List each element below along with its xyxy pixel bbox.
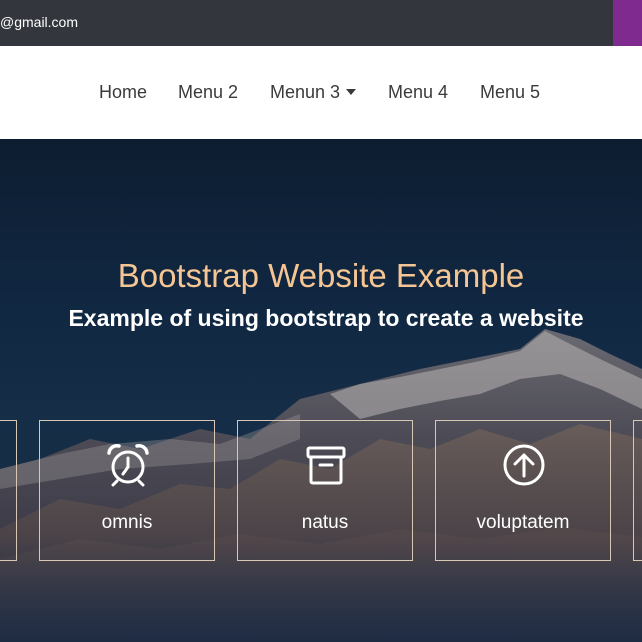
caret-down-icon (346, 89, 357, 95)
feature-label-natus: natus (301, 512, 349, 533)
nav-menu-5[interactable]: Menu 5 (480, 80, 540, 104)
nav-menu-3-label: Menun 3 (270, 82, 341, 102)
feature-label-omnis: omnis (101, 512, 153, 533)
nav-menu-3-dropdown[interactable]: Menun 3 (270, 80, 357, 104)
arrow-up-circle-icon (503, 444, 545, 486)
feature-card-omnis[interactable]: omnis (39, 420, 215, 561)
hero-section: Bootstrap Website Example Example of usi… (0, 139, 642, 642)
mountain-background-image (0, 329, 642, 642)
feature-card-partial-left[interactable] (0, 420, 17, 561)
nav-menu-4[interactable]: Menu 4 (388, 80, 448, 104)
hero-subtitle: Example of using bootstrap to create a w… (68, 305, 584, 331)
feature-card-partial-right[interactable] (633, 420, 642, 561)
feature-label-voluptatem: voluptatem (476, 512, 570, 533)
contact-email[interactable]: @gmail.com (0, 13, 78, 31)
top-bar: @gmail.com (0, 0, 642, 46)
nav-menu-2[interactable]: Menu 2 (178, 80, 238, 104)
feature-card-natus[interactable]: natus (237, 420, 413, 561)
main-navbar: Home Menu 2 Menun 3 Menu 4 Menu 5 (0, 46, 642, 139)
feature-card-voluptatem[interactable]: voluptatem (435, 420, 611, 561)
archive-box-icon (306, 446, 346, 485)
hero-title: Bootstrap Website Example (117, 257, 525, 294)
nav-home[interactable]: Home (99, 80, 147, 104)
top-bar-accent (613, 0, 642, 46)
alarm-clock-icon (107, 444, 149, 487)
